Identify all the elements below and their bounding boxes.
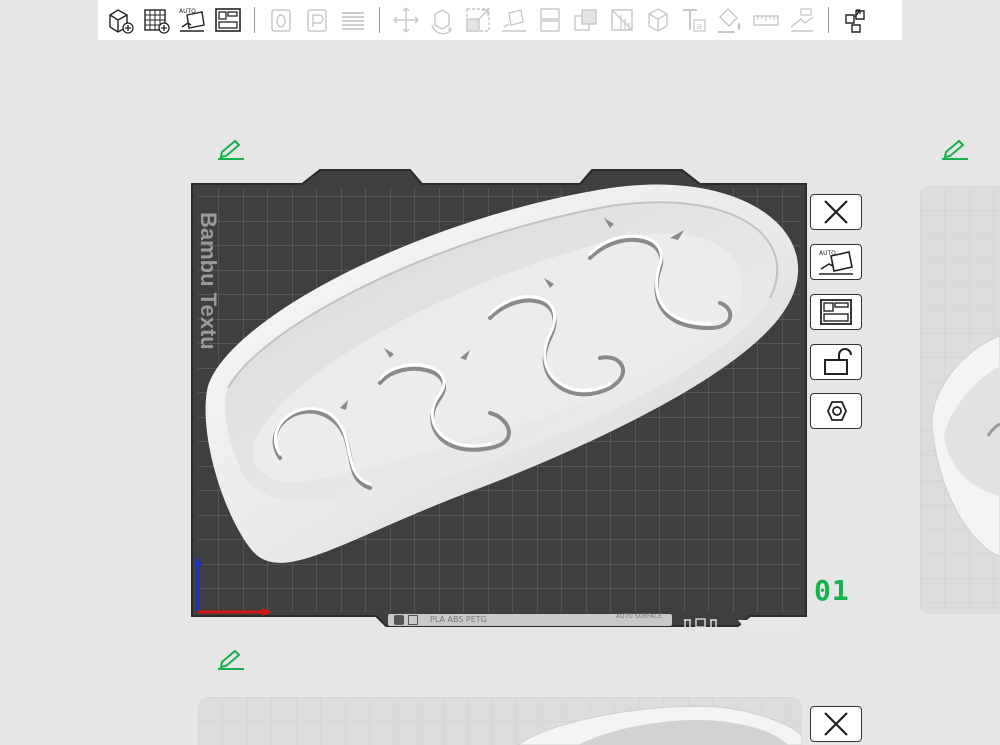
split-parts-button[interactable] (299, 2, 335, 38)
arrange-icon (215, 8, 241, 32)
support-paint-icon (611, 9, 633, 31)
auto-orient-icon: AUTO (179, 8, 205, 32)
explode-view-button[interactable] (837, 2, 873, 38)
measure-button[interactable] (748, 2, 784, 38)
split-parts-icon (307, 9, 327, 32)
split-objects-button[interactable] (263, 2, 299, 38)
arrange-button[interactable] (210, 2, 246, 38)
seam-paint-button[interactable] (640, 2, 676, 38)
delete-icon (710, 619, 717, 629)
rotate-button[interactable] (424, 2, 460, 38)
assembly-button[interactable] (784, 2, 820, 38)
build-plate[interactable] (190, 168, 810, 638)
close-plate-button[interactable] (810, 194, 862, 230)
split-objects-icon (271, 9, 291, 32)
edit-plate-name-icon[interactable] (940, 138, 970, 160)
close-icon (824, 200, 848, 224)
next-plate[interactable] (920, 186, 1000, 614)
close-plate-button[interactable] (810, 706, 862, 742)
text-emboss-icon: a (683, 9, 706, 32)
delete-icon (684, 619, 691, 629)
filament-icon (394, 615, 404, 625)
lay-on-face-icon (502, 9, 526, 32)
plate-arrange-button[interactable] (810, 294, 862, 330)
plate-number: 01 (814, 574, 850, 607)
plate-auto-orient-button[interactable]: AUTO (810, 244, 862, 280)
boolean-icon (574, 9, 597, 31)
plate-settings-button[interactable] (810, 393, 862, 429)
plate-mini-toolbar (682, 614, 722, 629)
plate-label: Bambu Textu (196, 212, 221, 350)
add-cube-button[interactable] (102, 2, 138, 38)
toolbar-separator (379, 7, 380, 33)
layers-button[interactable] (335, 2, 371, 38)
close-icon (824, 712, 848, 736)
cut-icon (540, 8, 560, 32)
scale-button[interactable] (460, 2, 496, 38)
auto-orient-button[interactable]: AUTO (174, 2, 210, 38)
scale-icon (466, 8, 490, 32)
arrange-icon (820, 299, 852, 325)
support-paint-button[interactable] (604, 2, 640, 38)
layers-icon (342, 12, 364, 30)
plate-filament-strip: PLA ABS PETG AUTO SURFACE (388, 614, 672, 626)
unlock-icon (824, 348, 852, 375)
seam-paint-icon (648, 8, 668, 32)
color-paint-button[interactable] (712, 2, 748, 38)
auto-orient-icon: AUTO (819, 250, 853, 275)
explode-view-icon (845, 9, 865, 33)
assembly-icon (790, 8, 814, 32)
edit-plate-name-icon[interactable] (216, 138, 246, 160)
boolean-button[interactable] (568, 2, 604, 38)
plate-icon (695, 618, 706, 628)
add-plate-button[interactable] (138, 2, 174, 38)
cut-button[interactable] (532, 2, 568, 38)
rotate-icon (431, 9, 452, 35)
toolbar-separator (828, 7, 829, 33)
lay-on-face-button[interactable] (496, 2, 532, 38)
next-plate[interactable] (198, 697, 802, 745)
toolbar-separator (254, 7, 255, 33)
measure-icon (753, 15, 779, 26)
plate-lock-button[interactable] (810, 344, 862, 380)
surface-mode: AUTO SURFACE (616, 613, 663, 620)
move-button[interactable] (388, 2, 424, 38)
slice-icon (408, 615, 418, 625)
plate-settings-icon (827, 401, 847, 421)
top-toolbar: AUTO a (98, 0, 902, 40)
filament-list: PLA ABS PETG (430, 615, 487, 624)
edit-plate-name-icon[interactable] (216, 648, 246, 670)
add-cube-icon (109, 9, 134, 34)
text-emboss-button[interactable]: a (676, 2, 712, 38)
add-plate-icon (144, 9, 170, 34)
svg-text:a: a (697, 22, 703, 32)
move-icon (393, 7, 419, 33)
color-paint-icon (718, 8, 741, 33)
